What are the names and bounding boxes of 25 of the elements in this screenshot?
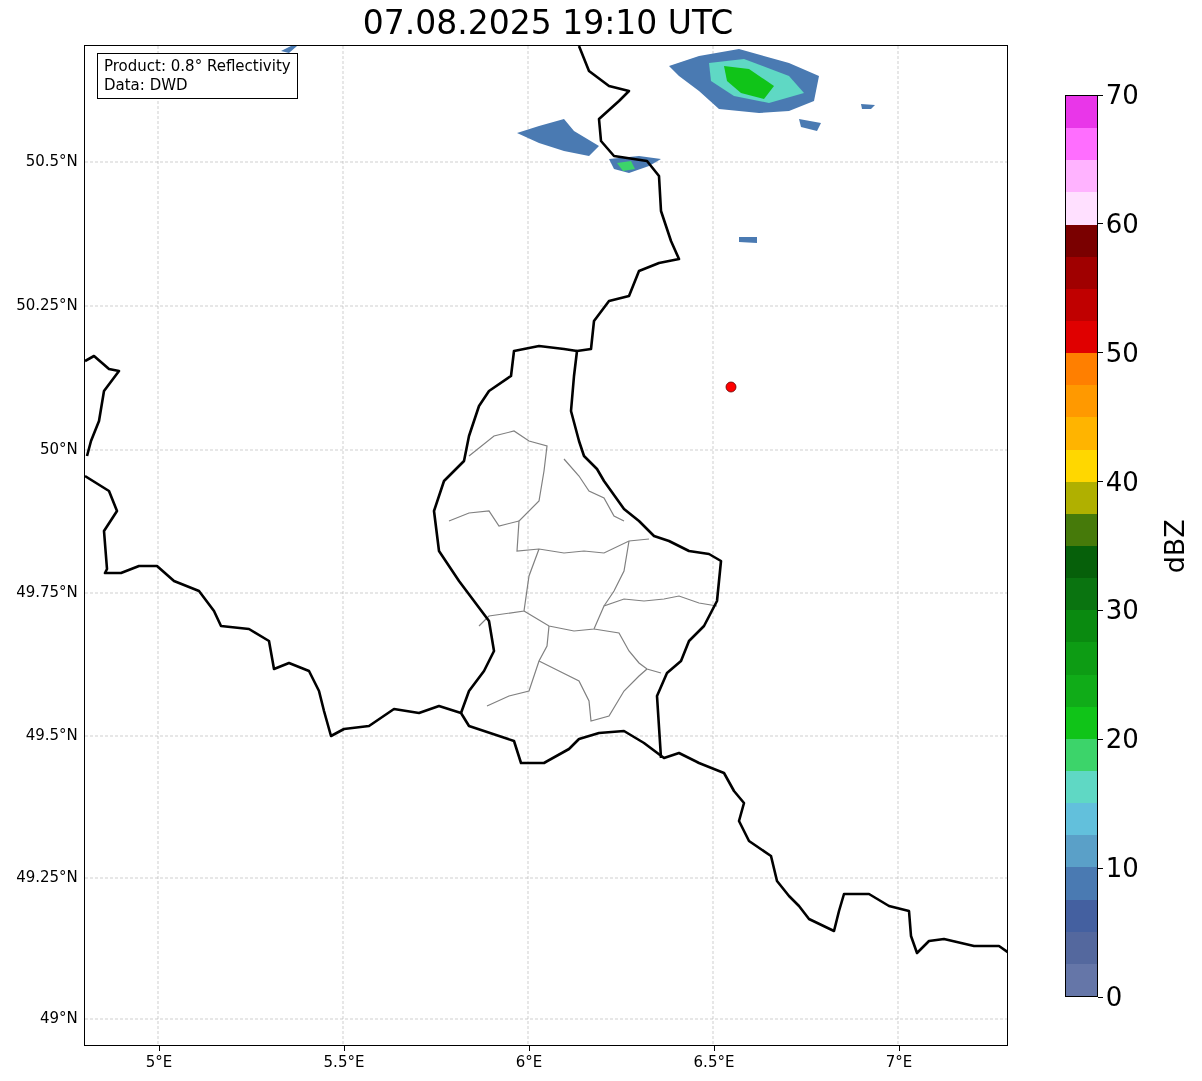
longitude-label: 6°E xyxy=(515,1052,543,1073)
latitude-label: 49°N xyxy=(40,1007,78,1029)
colorbar-tick-label: 20 xyxy=(1105,724,1139,755)
colorbar-tick-label: 0 xyxy=(1105,982,1123,1012)
longitude-label: 5°E xyxy=(145,1052,173,1073)
legend-text: Data: DWD xyxy=(104,76,189,95)
colorbar-tick-label: 40 xyxy=(1105,466,1139,497)
colorbar-tick-label: 60 xyxy=(1105,208,1139,239)
latitude-label: 49.25°N xyxy=(16,866,78,888)
colorbar-tick-label: 30 xyxy=(1105,595,1139,626)
longitude-label: 6.5°E xyxy=(693,1052,735,1073)
colorbar-label: dBZ xyxy=(1157,518,1191,574)
latitude-label: 50.5°N xyxy=(25,150,78,172)
latitude-label: 49.5°N xyxy=(25,724,78,746)
latitude-label: 49.75°N xyxy=(16,581,78,603)
colorbar-tick-label: 50 xyxy=(1105,337,1139,368)
radar-site-marker xyxy=(725,381,737,393)
latitude-label: 50.25°N xyxy=(16,294,78,316)
longitude-label: 5.5°E xyxy=(323,1052,365,1073)
latitude-label: 50°N xyxy=(40,438,78,460)
legend-text: Product: 0.8° Reflectivity xyxy=(104,57,291,76)
colorbar-tick-label: 70 xyxy=(1105,80,1139,110)
colorbar-tick-label: 10 xyxy=(1105,853,1139,884)
longitude-label: 7°E xyxy=(885,1052,913,1073)
chart-title: 07.08.2025 19:10 UTC xyxy=(361,2,735,44)
